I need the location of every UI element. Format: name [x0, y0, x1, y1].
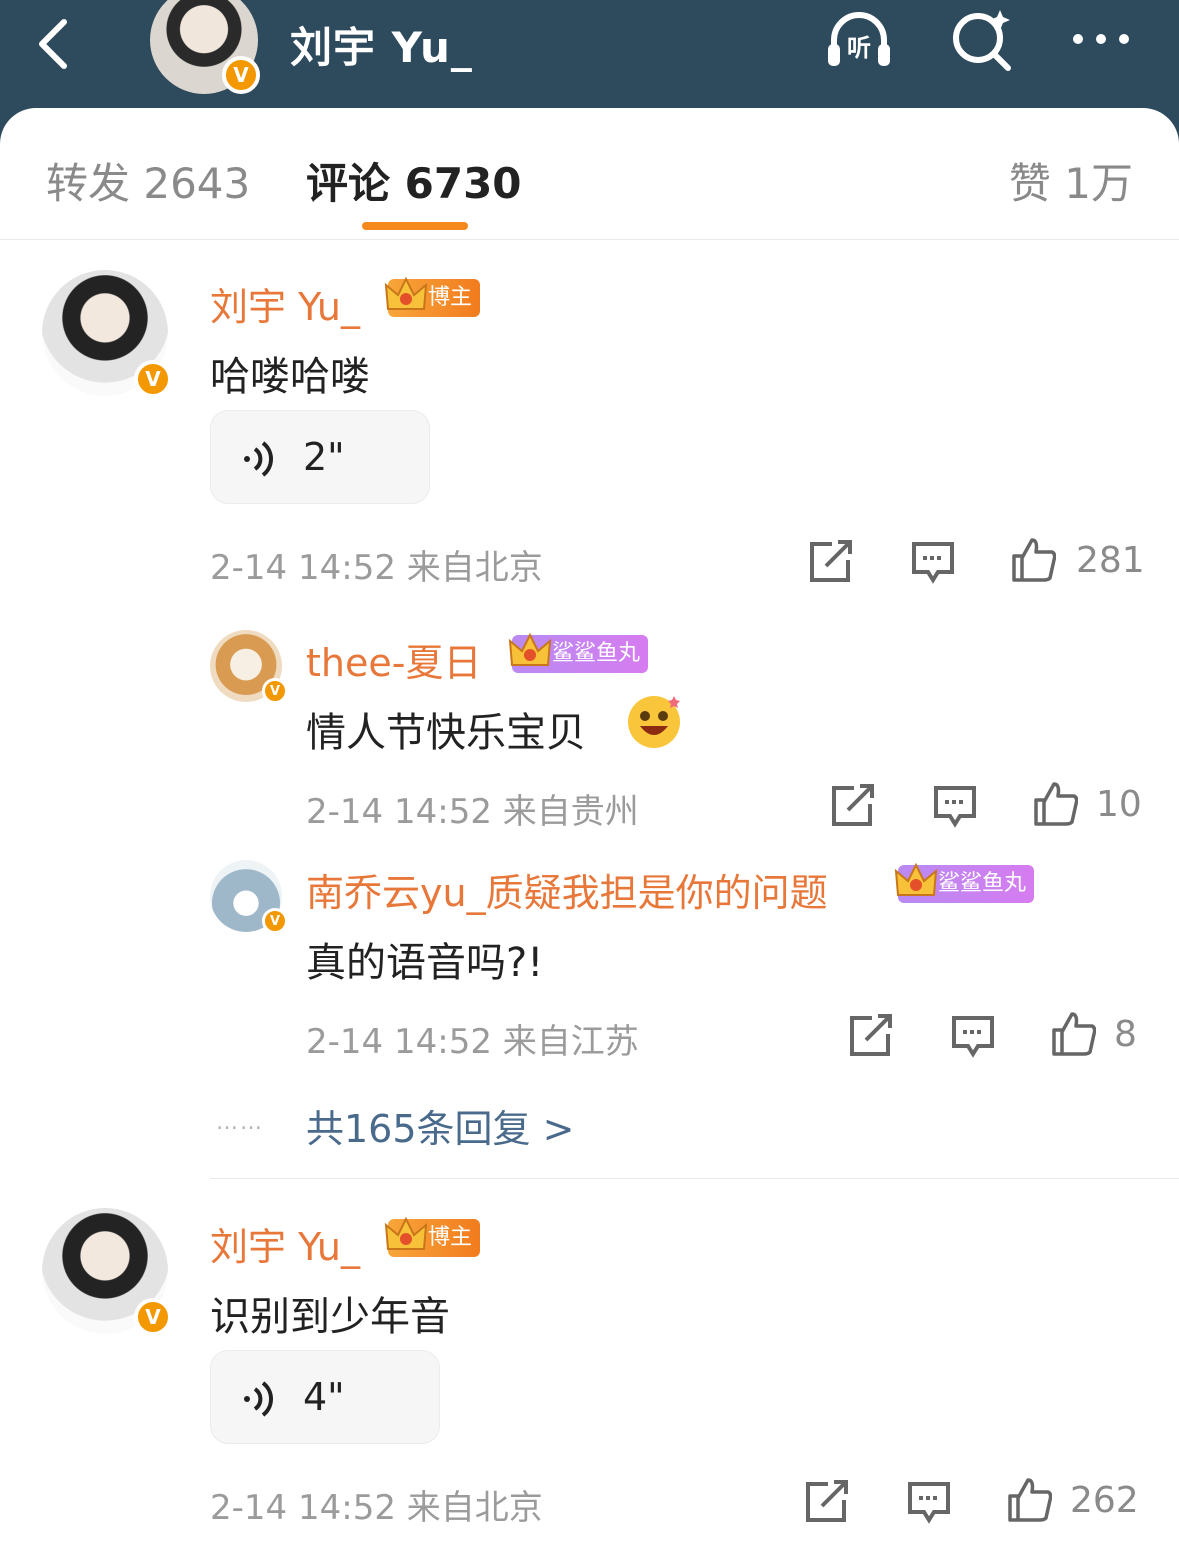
comment-text: 真的语音吗?! — [306, 940, 544, 986]
comment-meta: 2-14 14:52 来自北京 — [210, 1488, 543, 1528]
page-title: 刘宇 Yu_ — [290, 23, 473, 72]
fan-badge: 鲨鲨鱼丸 — [508, 632, 649, 673]
tab-likes[interactable]: 赞 1万 — [1009, 150, 1133, 211]
view-more-replies-link[interactable]: 共165条回复 > — [306, 1098, 574, 1153]
laughing-face-emoji-icon — [628, 696, 680, 748]
verified-badge-icon: V — [222, 56, 260, 94]
like-icon[interactable] — [1032, 780, 1078, 826]
verified-badge-icon: V — [262, 678, 288, 704]
comment-meta: 2-14 14:52 来自江苏 — [306, 1022, 639, 1062]
fan-badge: 鲨鲨鱼丸 — [894, 862, 1035, 903]
badge-label: 博主 — [428, 285, 473, 310]
badge-label: 鲨鲨鱼丸 — [938, 871, 1027, 896]
like-count: 281 — [1076, 540, 1145, 581]
divider — [210, 1178, 1179, 1179]
avatar[interactable]: V — [42, 1208, 172, 1336]
voice-message[interactable]: 2" — [210, 410, 430, 504]
share-icon[interactable] — [804, 1478, 850, 1524]
like-icon[interactable] — [1010, 536, 1056, 582]
sound-wave-icon — [244, 1381, 273, 1417]
listen-label: 听 — [847, 34, 871, 62]
like-icon[interactable] — [1006, 1476, 1052, 1522]
avatar[interactable]: V — [42, 270, 172, 398]
crown-icon — [384, 1216, 428, 1250]
avatar[interactable]: V — [210, 860, 288, 934]
sound-wave-icon — [244, 441, 273, 477]
tab-reposts[interactable]: 转发 2643 — [46, 150, 250, 211]
reply-icon[interactable] — [932, 782, 978, 828]
like-count: 8 — [1114, 1014, 1137, 1055]
avatar[interactable]: V — [210, 630, 288, 704]
comment-text: 哈喽哈喽 — [210, 354, 370, 400]
verified-badge-icon: V — [134, 360, 172, 398]
header-avatar[interactable]: V — [150, 0, 260, 94]
voice-message[interactable]: 4" — [210, 1350, 440, 1444]
share-icon[interactable] — [848, 1012, 894, 1058]
search-icon[interactable] — [950, 6, 1016, 72]
badge-label: 博主 — [428, 1225, 473, 1250]
more-icon[interactable] — [1068, 6, 1134, 72]
verified-badge-icon: V — [262, 908, 288, 934]
crown-icon — [508, 632, 552, 666]
voice-duration: 2" — [303, 435, 345, 479]
like-icon[interactable] — [1050, 1010, 1096, 1056]
active-tab-indicator — [362, 222, 468, 230]
dots-divider: …… — [216, 1110, 264, 1135]
top-bar: V 刘宇 Yu_ 听 — [0, 0, 1179, 110]
verified-badge-icon: V — [134, 1298, 172, 1336]
comment-username[interactable]: 刘宇 Yu_ — [210, 276, 360, 331]
reply-icon[interactable] — [950, 1012, 996, 1058]
crown-icon — [894, 862, 938, 896]
voice-duration: 4" — [303, 1375, 345, 1419]
reply-icon[interactable] — [910, 538, 956, 584]
listen-icon[interactable]: 听 — [826, 6, 892, 72]
share-icon[interactable] — [830, 782, 876, 828]
comment-username[interactable]: thee-夏日 — [306, 632, 481, 687]
comment-meta: 2-14 14:52 来自北京 — [210, 548, 543, 588]
comment-text: 识别到少年音 — [210, 1294, 450, 1340]
like-count: 10 — [1096, 784, 1142, 825]
share-icon[interactable] — [808, 538, 854, 584]
comment-username[interactable]: 南乔云yu_质疑我担是你的问题 — [306, 862, 828, 917]
reply-icon[interactable] — [906, 1478, 952, 1524]
blogger-badge: 博主 — [384, 1216, 481, 1257]
tab-bar: 转发 2643 评论 6730 赞 1万 — [0, 108, 1179, 240]
comment-meta: 2-14 14:52 来自贵州 — [306, 792, 639, 832]
comment-text: 情人节快乐宝贝 — [306, 710, 586, 756]
badge-label: 鲨鲨鱼丸 — [552, 641, 641, 666]
comments-sheet: 转发 2643 评论 6730 赞 1万 V 刘宇 Yu_ 博主 哈喽哈喽 2"… — [0, 108, 1179, 1561]
comment-username[interactable]: 刘宇 Yu_ — [210, 1216, 360, 1271]
blogger-badge: 博主 — [384, 276, 481, 317]
back-arrow-icon[interactable] — [28, 12, 88, 72]
crown-icon — [384, 276, 428, 310]
tab-comments[interactable]: 评论 6730 — [306, 150, 522, 211]
like-count: 262 — [1070, 1480, 1139, 1521]
